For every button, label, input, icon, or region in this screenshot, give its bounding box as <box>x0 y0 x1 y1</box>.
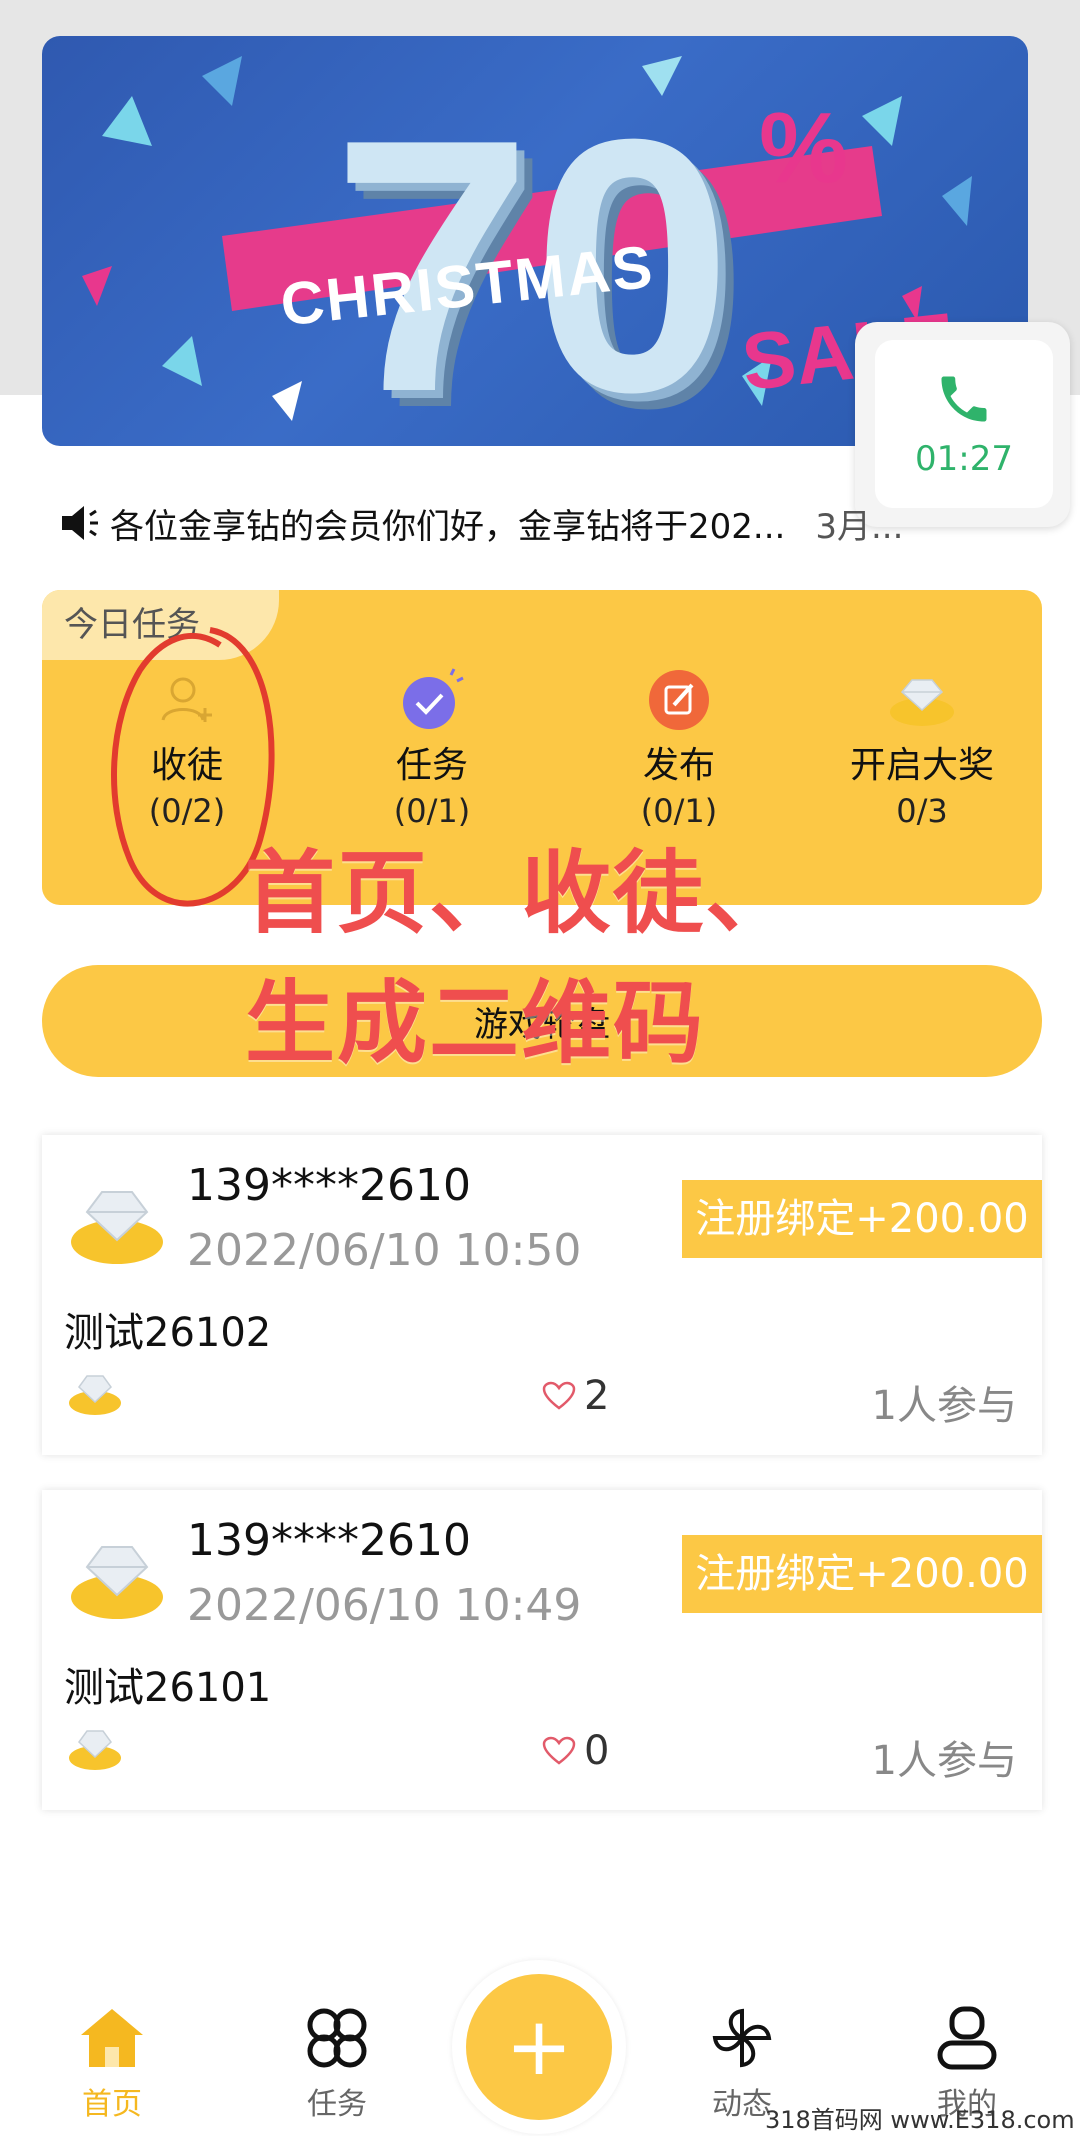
diamond-ingot-icon <box>71 1546 163 1619</box>
watermark-text: 318首码网 www.E318.com <box>765 2106 1075 2134</box>
notice-extra: 3月... <box>815 506 904 547</box>
nav-label: 首页 <box>82 2087 142 2122</box>
like-count[interactable]: 2 <box>542 1373 609 1419</box>
feed-time: 2022/06/10 10:50 <box>187 1225 582 1276</box>
reward-badge: 注册绑定+200.00 <box>682 1535 1042 1613</box>
notice-bar[interactable]: 各位金享钻的会员你们好，金享钻将于202... 3月... <box>60 495 930 551</box>
like-count[interactable]: 0 <box>542 1728 609 1774</box>
check-badge-icon <box>397 665 467 735</box>
like-number: 2 <box>584 1373 610 1419</box>
clover-icon <box>307 2008 367 2068</box>
diamond-ingot-icon <box>71 1191 163 1264</box>
user-icon <box>937 2006 997 2070</box>
nav-label: 任务 <box>307 2087 367 2122</box>
feed-title: 测试26101 <box>64 1665 272 1711</box>
phone-icon <box>941 376 987 422</box>
diamond-ingot-icon <box>887 665 957 735</box>
edit-icon <box>644 665 714 735</box>
feed-user: 139****2610 <box>187 1515 471 1566</box>
reward-badge: 注册绑定+200.00 <box>682 1180 1042 1258</box>
heart-icon <box>542 1736 576 1765</box>
like-number: 0 <box>584 1728 610 1774</box>
nav-item-home[interactable]: 首页 <box>52 2005 172 2123</box>
home-icon <box>81 2009 143 2067</box>
plus-icon: + <box>466 1974 612 2120</box>
participants-count: 1人参与 <box>871 1738 1017 1784</box>
banner-percent: % <box>759 92 848 204</box>
feed-card[interactable]: 139****2610 2022/06/10 10:50 注册绑定+200.00… <box>42 1135 1042 1455</box>
task-label: 开启大奖 <box>849 745 994 786</box>
participants-count: 1人参与 <box>871 1383 1017 1429</box>
task-label: 发布 <box>642 745 715 786</box>
feed-title: 测试26102 <box>64 1310 272 1356</box>
call-widget-inner[interactable]: 01:27 <box>875 340 1053 508</box>
feed-user: 139****2610 <box>187 1160 471 1211</box>
heart-icon <box>542 1381 576 1410</box>
nav-item-tasks[interactable]: 任务 <box>277 2005 397 2123</box>
feed-card[interactable]: 139****2610 2022/06/10 10:49 注册绑定+200.00… <box>42 1490 1042 1810</box>
overlay-text-line1: 首页、收徒、 <box>245 841 797 946</box>
task-label: 任务 <box>395 745 468 786</box>
add-fab-button[interactable]: + <box>452 1960 626 2134</box>
speaker-icon <box>62 506 98 540</box>
diamond-ingot-icon <box>69 1730 121 1770</box>
pinwheel-icon <box>712 2008 772 2068</box>
nav-label: 动态 <box>712 2087 772 2122</box>
feed-time: 2022/06/10 10:49 <box>187 1580 582 1631</box>
task-item-publish[interactable]: 发布 (0/1) <box>579 665 779 833</box>
call-timer: 01:27 <box>915 439 1013 479</box>
overlay-text-line2: 生成二维码 <box>245 971 705 1076</box>
diamond-ingot-icon <box>69 1375 121 1415</box>
task-count: 0/3 <box>896 792 948 830</box>
task-item-tasks[interactable]: 任务 (0/1) <box>332 665 532 833</box>
task-item-grand-prize[interactable]: 开启大奖 0/3 <box>822 665 1022 833</box>
notice-text: 各位金享钻的会员你们好，金享钻将于202... <box>110 506 786 547</box>
